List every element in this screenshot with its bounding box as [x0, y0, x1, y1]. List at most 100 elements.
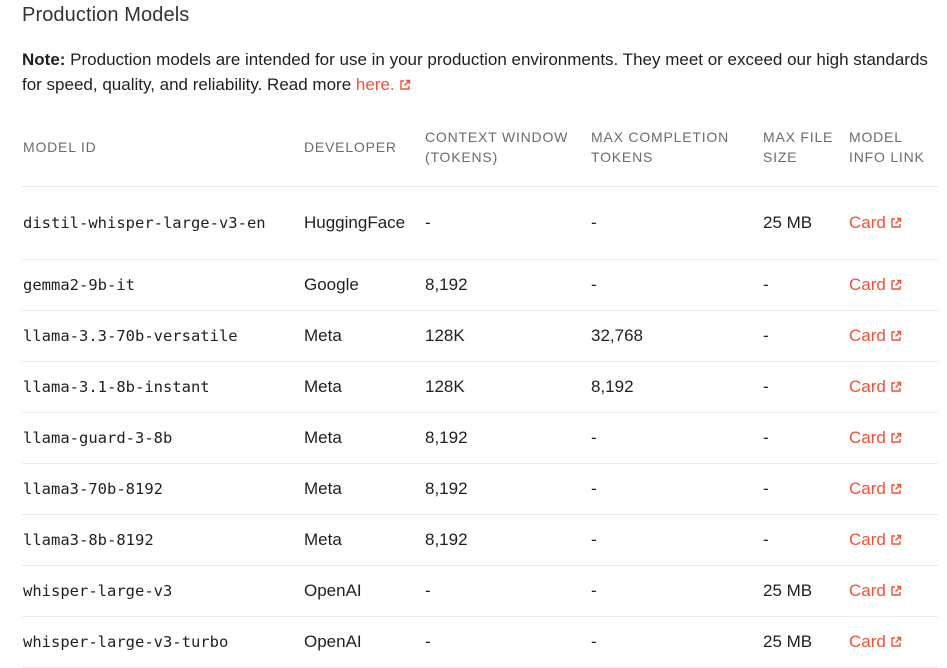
production-models-table: MODEL ID DEVELOPER CONTEXT WINDOW (TOKEN… [22, 108, 938, 668]
cell-context-window: - [424, 616, 590, 668]
external-link-icon [890, 483, 902, 495]
model-card-link[interactable]: Card [849, 632, 902, 651]
header-context-window: CONTEXT WINDOW (TOKENS) [424, 108, 590, 187]
model-card-link-text: Card [849, 632, 886, 651]
cell-model-id: llama-3.3-70b-versatile [22, 310, 303, 362]
table-row: distil-whisper-large-v3-en HuggingFace - -2… [22, 186, 938, 260]
cell-max-file-size: - [762, 463, 848, 515]
cell-context-window: - [424, 565, 590, 617]
read-more-link-text: here. [355, 75, 395, 94]
table-row: llama3-8b-8192 Meta 8,192- - Card [22, 514, 938, 566]
cell-model-info-link: Card [848, 514, 938, 566]
note-paragraph: Note: Production models are intended for… [22, 47, 937, 97]
model-card-link[interactable]: Card [849, 377, 902, 396]
cell-model-id: llama3-8b-8192 [22, 514, 303, 566]
page-title: Production Models [22, 4, 190, 26]
cell-model-id: distil-whisper-large-v3-en [22, 186, 303, 260]
cell-context-window: 8,192 [424, 412, 590, 464]
cell-context-window: 128K [424, 310, 590, 362]
read-more-link[interactable]: here. [356, 75, 411, 94]
cell-max-completion-tokens: 8,192 [590, 361, 762, 413]
model-card-link-text: Card [849, 479, 886, 498]
table-row: llama3-70b-8192 Meta 8,192- - Card [22, 463, 938, 515]
external-link-icon [890, 534, 902, 546]
table-row: llama-guard-3-8b Meta 8,192- - Card [22, 412, 938, 464]
note-label: Note: [22, 50, 66, 69]
cell-model-info-link: Card [848, 186, 938, 260]
external-link-icon [890, 330, 902, 342]
header-max-file-size: MAX FILE SIZE [762, 108, 848, 187]
cell-max-file-size: 25 MB [762, 565, 848, 617]
cell-max-file-size: 25 MB [762, 616, 848, 668]
model-card-link[interactable]: Card [849, 275, 902, 294]
cell-developer: Google [303, 259, 424, 311]
model-card-link-text: Card [849, 377, 886, 396]
external-link-icon [890, 585, 902, 597]
cell-developer: OpenAI [303, 565, 424, 617]
cell-max-completion-tokens: - [590, 412, 762, 464]
cell-max-completion-tokens: - [590, 463, 762, 515]
cell-max-completion-tokens: - [590, 514, 762, 566]
model-card-link[interactable]: Card [849, 530, 902, 549]
external-link-icon [890, 636, 902, 648]
cell-max-file-size: - [762, 361, 848, 413]
cell-max-file-size: - [762, 310, 848, 362]
cell-model-id: gemma2-9b-it [22, 259, 303, 311]
cell-model-id: whisper-large-v3-turbo [22, 616, 303, 668]
external-link-icon [890, 432, 902, 444]
model-card-link[interactable]: Card [849, 326, 902, 345]
cell-context-window: 128K [424, 361, 590, 413]
model-card-link-text: Card [849, 581, 886, 600]
table-header-row: MODEL ID DEVELOPER CONTEXT WINDOW (TOKEN… [22, 108, 938, 187]
cell-model-info-link: Card [848, 412, 938, 464]
header-model-id: MODEL ID [22, 108, 303, 187]
cell-developer: Meta [303, 310, 424, 362]
table-row: whisper-large-v3 OpenAI - -25 MB Card [22, 565, 938, 617]
cell-context-window: - [424, 186, 590, 260]
model-card-link-text: Card [849, 428, 886, 447]
cell-model-id: whisper-large-v3 [22, 565, 303, 617]
cell-max-file-size: - [762, 514, 848, 566]
note-text: Production models are intended for use i… [22, 50, 928, 94]
header-model-info-link: MODEL INFO LINK [848, 108, 938, 187]
table-row: llama-3.1-8b-instant Meta 128K 8,192- Card [22, 361, 938, 413]
table-row: gemma2-9b-it Google 8,192- - Card [22, 259, 938, 311]
cell-model-info-link: Card [848, 259, 938, 311]
cell-context-window: 8,192 [424, 463, 590, 515]
table-row: llama-3.3-70b-versatile Meta 128K 32,768- Ca… [22, 310, 938, 362]
cell-developer: HuggingFace [303, 186, 424, 260]
model-card-link[interactable]: Card [849, 479, 902, 498]
cell-model-info-link: Card [848, 463, 938, 515]
cell-max-completion-tokens: - [590, 565, 762, 617]
header-max-completion-tokens: MAX COMPLETION TOKENS [590, 108, 762, 187]
external-link-icon [890, 279, 902, 291]
table-row: whisper-large-v3-turbo OpenAI - -25 MB Card [22, 616, 938, 668]
cell-model-id: llama-3.1-8b-instant [22, 361, 303, 413]
cell-context-window: 8,192 [424, 259, 590, 311]
cell-developer: Meta [303, 514, 424, 566]
model-card-link[interactable]: Card [849, 581, 902, 600]
cell-model-id: llama-guard-3-8b [22, 412, 303, 464]
cell-model-info-link: Card [848, 310, 938, 362]
external-link-icon [890, 381, 902, 393]
external-link-icon [399, 79, 411, 91]
cell-developer: Meta [303, 463, 424, 515]
cell-max-file-size: - [762, 259, 848, 311]
cell-model-id: llama3-70b-8192 [22, 463, 303, 515]
external-link-icon [890, 217, 902, 229]
header-developer: DEVELOPER [303, 108, 424, 187]
cell-max-file-size: 25 MB [762, 186, 848, 260]
cell-model-info-link: Card [848, 565, 938, 617]
model-card-link-text: Card [849, 213, 886, 232]
model-card-link[interactable]: Card [849, 213, 902, 232]
cell-developer: OpenAI [303, 616, 424, 668]
model-card-link-text: Card [849, 530, 886, 549]
cell-max-file-size: - [762, 412, 848, 464]
cell-developer: Meta [303, 361, 424, 413]
model-card-link[interactable]: Card [849, 428, 902, 447]
cell-model-info-link: Card [848, 361, 938, 413]
cell-max-completion-tokens: - [590, 186, 762, 260]
cell-max-completion-tokens: 32,768 [590, 310, 762, 362]
cell-model-info-link: Card [848, 616, 938, 668]
cell-max-completion-tokens: - [590, 616, 762, 668]
